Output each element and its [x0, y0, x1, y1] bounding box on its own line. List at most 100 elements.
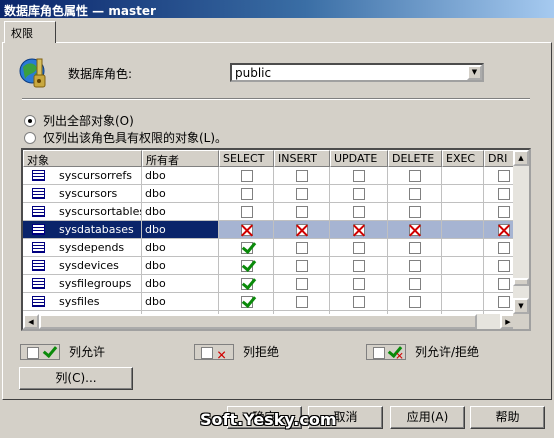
deny-x-icon[interactable]	[241, 224, 253, 236]
permission-cell-update[interactable]	[330, 221, 388, 239]
permission-cell-delete[interactable]	[388, 221, 442, 239]
permission-checkbox[interactable]	[296, 242, 308, 254]
permission-cell-update[interactable]	[330, 239, 388, 257]
permission-checkbox[interactable]	[241, 206, 253, 218]
column-header-object[interactable]: 对象	[23, 150, 142, 167]
permission-cell-exec[interactable]	[442, 203, 484, 221]
permission-cell-select[interactable]	[219, 221, 274, 239]
scroll-left-icon[interactable]: ◀	[23, 314, 39, 329]
vertical-scroll-thumb[interactable]	[513, 278, 529, 286]
table-row[interactable]: syscursortables dbo	[23, 203, 516, 221]
table-row[interactable]: sysfilegroups dbo	[23, 275, 516, 293]
permission-checkbox[interactable]	[241, 188, 253, 200]
permission-cell-exec[interactable]	[442, 221, 484, 239]
checkmark-icon[interactable]	[241, 296, 253, 308]
permission-cell-select[interactable]	[219, 185, 274, 203]
permission-cell-delete[interactable]	[388, 167, 442, 185]
column-header-insert[interactable]: INSERT	[274, 150, 330, 167]
table-row[interactable]: syscursors dbo	[23, 185, 516, 203]
column-header-select[interactable]: SELECT	[219, 150, 274, 167]
permission-checkbox[interactable]	[353, 260, 365, 272]
table-row[interactable]: sysdevices dbo	[23, 257, 516, 275]
permission-cell-dri[interactable]	[484, 275, 516, 293]
permission-checkbox[interactable]	[353, 242, 365, 254]
checkmark-icon[interactable]	[241, 260, 253, 272]
permission-checkbox[interactable]	[296, 296, 308, 308]
permission-cell-update[interactable]	[330, 185, 388, 203]
tab-permissions[interactable]: 权限	[4, 21, 56, 43]
permission-cell-insert[interactable]	[274, 185, 330, 203]
permission-checkbox[interactable]	[409, 170, 421, 182]
deny-x-icon[interactable]	[409, 224, 421, 236]
permission-checkbox[interactable]	[296, 188, 308, 200]
column-header-delete[interactable]: DELETE	[388, 150, 442, 167]
permission-cell-exec[interactable]	[442, 239, 484, 257]
permission-cell-dri[interactable]	[484, 203, 516, 221]
permission-checkbox[interactable]	[296, 260, 308, 272]
permission-checkbox[interactable]	[409, 242, 421, 254]
chevron-down-icon[interactable]: ▼	[467, 65, 482, 80]
permission-checkbox[interactable]	[498, 188, 510, 200]
permission-checkbox[interactable]	[409, 206, 421, 218]
permission-cell-update[interactable]	[330, 203, 388, 221]
permission-checkbox[interactable]	[353, 188, 365, 200]
permission-cell-insert[interactable]	[274, 257, 330, 275]
permission-checkbox[interactable]	[353, 170, 365, 182]
permission-checkbox[interactable]	[498, 260, 510, 272]
permission-cell-delete[interactable]	[388, 275, 442, 293]
permission-cell-dri[interactable]	[484, 167, 516, 185]
permission-checkbox[interactable]	[296, 170, 308, 182]
permission-cell-select[interactable]	[219, 275, 274, 293]
horizontal-scroll-thumb[interactable]	[39, 314, 477, 329]
permission-checkbox[interactable]	[409, 296, 421, 308]
apply-button[interactable]: 应用(A)	[390, 406, 465, 429]
permission-checkbox[interactable]	[498, 278, 510, 290]
permission-cell-delete[interactable]	[388, 185, 442, 203]
scroll-down-icon[interactable]: ▼	[513, 298, 529, 314]
permission-cell-insert[interactable]	[274, 275, 330, 293]
permission-cell-exec[interactable]	[442, 257, 484, 275]
permission-checkbox[interactable]	[353, 206, 365, 218]
table-row[interactable]: syscursorrefs dbo	[23, 167, 516, 185]
permission-cell-dri[interactable]	[484, 257, 516, 275]
column-header-owner[interactable]: 所有者	[142, 150, 219, 167]
permission-cell-update[interactable]	[330, 257, 388, 275]
permission-cell-exec[interactable]	[442, 185, 484, 203]
permission-cell-dri[interactable]	[484, 185, 516, 203]
permissions-grid[interactable]: 对象 所有者 SELECT INSERT UPDATE DELETE EXEC …	[21, 148, 531, 331]
permission-cell-update[interactable]	[330, 293, 388, 311]
permission-checkbox[interactable]	[241, 170, 253, 182]
permission-cell-delete[interactable]	[388, 239, 442, 257]
permission-checkbox[interactable]	[498, 296, 510, 308]
horizontal-scrollbar[interactable]: ◀ ▶	[23, 314, 516, 329]
deny-x-icon[interactable]	[296, 224, 308, 236]
radio-list-all[interactable]	[24, 114, 36, 127]
table-row[interactable]: sysdatabases dbo	[23, 221, 516, 239]
deny-x-icon[interactable]	[353, 224, 365, 236]
permission-checkbox[interactable]	[296, 206, 308, 218]
radio-list-role[interactable]	[24, 131, 36, 144]
table-row[interactable]: sysdepends dbo	[23, 239, 516, 257]
permission-cell-insert[interactable]	[274, 293, 330, 311]
permission-cell-exec[interactable]	[442, 167, 484, 185]
permission-cell-delete[interactable]	[388, 293, 442, 311]
permission-checkbox[interactable]	[498, 242, 510, 254]
column-header-update[interactable]: UPDATE	[330, 150, 388, 167]
list-all-objects-option[interactable]: 列出全部对象(O)	[24, 112, 134, 129]
help-button[interactable]: 帮助	[470, 406, 545, 429]
permission-checkbox[interactable]	[409, 278, 421, 290]
list-role-objects-option[interactable]: 仅列出该角色具有权限的对象(L)。	[24, 129, 227, 146]
column-header-dri[interactable]: DRI	[484, 150, 516, 167]
column-header-exec[interactable]: EXEC	[442, 150, 484, 167]
permission-cell-exec[interactable]	[442, 293, 484, 311]
permission-cell-insert[interactable]	[274, 167, 330, 185]
scroll-up-icon[interactable]: ▲	[513, 150, 529, 166]
columns-button[interactable]: 列(C)...	[19, 367, 133, 390]
permission-checkbox[interactable]	[409, 260, 421, 272]
permission-checkbox[interactable]	[498, 206, 510, 218]
permission-cell-update[interactable]	[330, 167, 388, 185]
permission-cell-insert[interactable]	[274, 203, 330, 221]
vertical-scrollbar[interactable]: ▲ ▼	[513, 150, 529, 314]
permission-cell-select[interactable]	[219, 239, 274, 257]
checkmark-icon[interactable]	[241, 242, 253, 254]
